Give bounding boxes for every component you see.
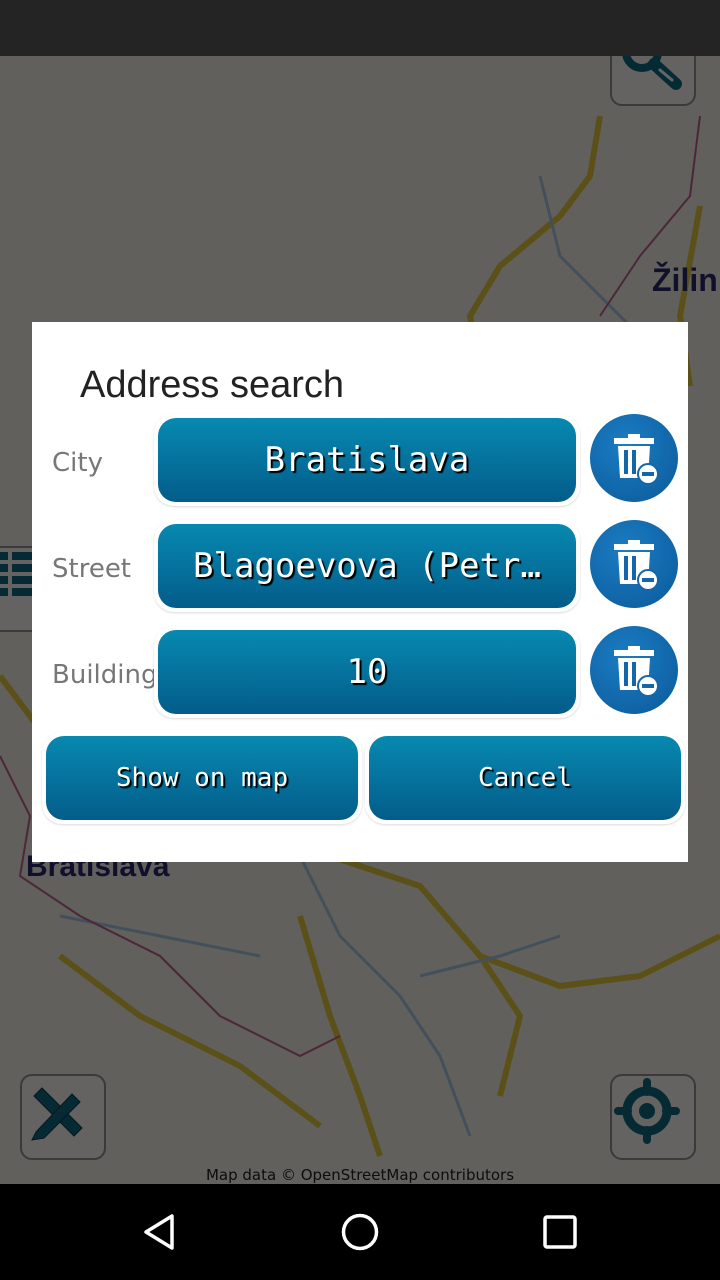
recents-icon	[543, 1215, 577, 1249]
city-label: City	[52, 448, 103, 478]
cancel-button[interactable]: Cancel	[365, 732, 685, 824]
street-label: Street	[52, 554, 132, 584]
show-on-map-label: Show on map	[46, 736, 358, 820]
building-value: 10	[158, 630, 576, 714]
street-value: Blagoevova (Petr…	[158, 524, 576, 608]
clear-city-button[interactable]	[588, 412, 680, 504]
street-field[interactable]: Blagoevova (Petr…	[154, 520, 580, 612]
address-search-dialog: Address search City Bratislava Street Bl…	[32, 322, 688, 862]
trash-minus-icon	[614, 434, 659, 485]
dialog-title: Address search	[80, 364, 345, 406]
city-value: Bratislava	[158, 418, 576, 502]
back-icon	[144, 1214, 174, 1250]
city-field[interactable]: Bratislava	[154, 414, 580, 506]
building-label: Building	[52, 660, 158, 690]
recents-button[interactable]	[530, 1202, 590, 1262]
show-on-map-button[interactable]: Show on map	[42, 732, 362, 824]
building-field[interactable]: 10	[154, 626, 580, 718]
navigation-bar	[0, 1184, 720, 1280]
home-button[interactable]	[330, 1202, 390, 1262]
cancel-label: Cancel	[369, 736, 681, 820]
home-icon	[341, 1213, 379, 1251]
back-button[interactable]	[130, 1202, 190, 1262]
trash-minus-icon	[614, 646, 659, 697]
clear-street-button[interactable]	[588, 518, 680, 610]
trash-minus-icon	[614, 540, 659, 591]
clear-building-button[interactable]	[588, 624, 680, 716]
